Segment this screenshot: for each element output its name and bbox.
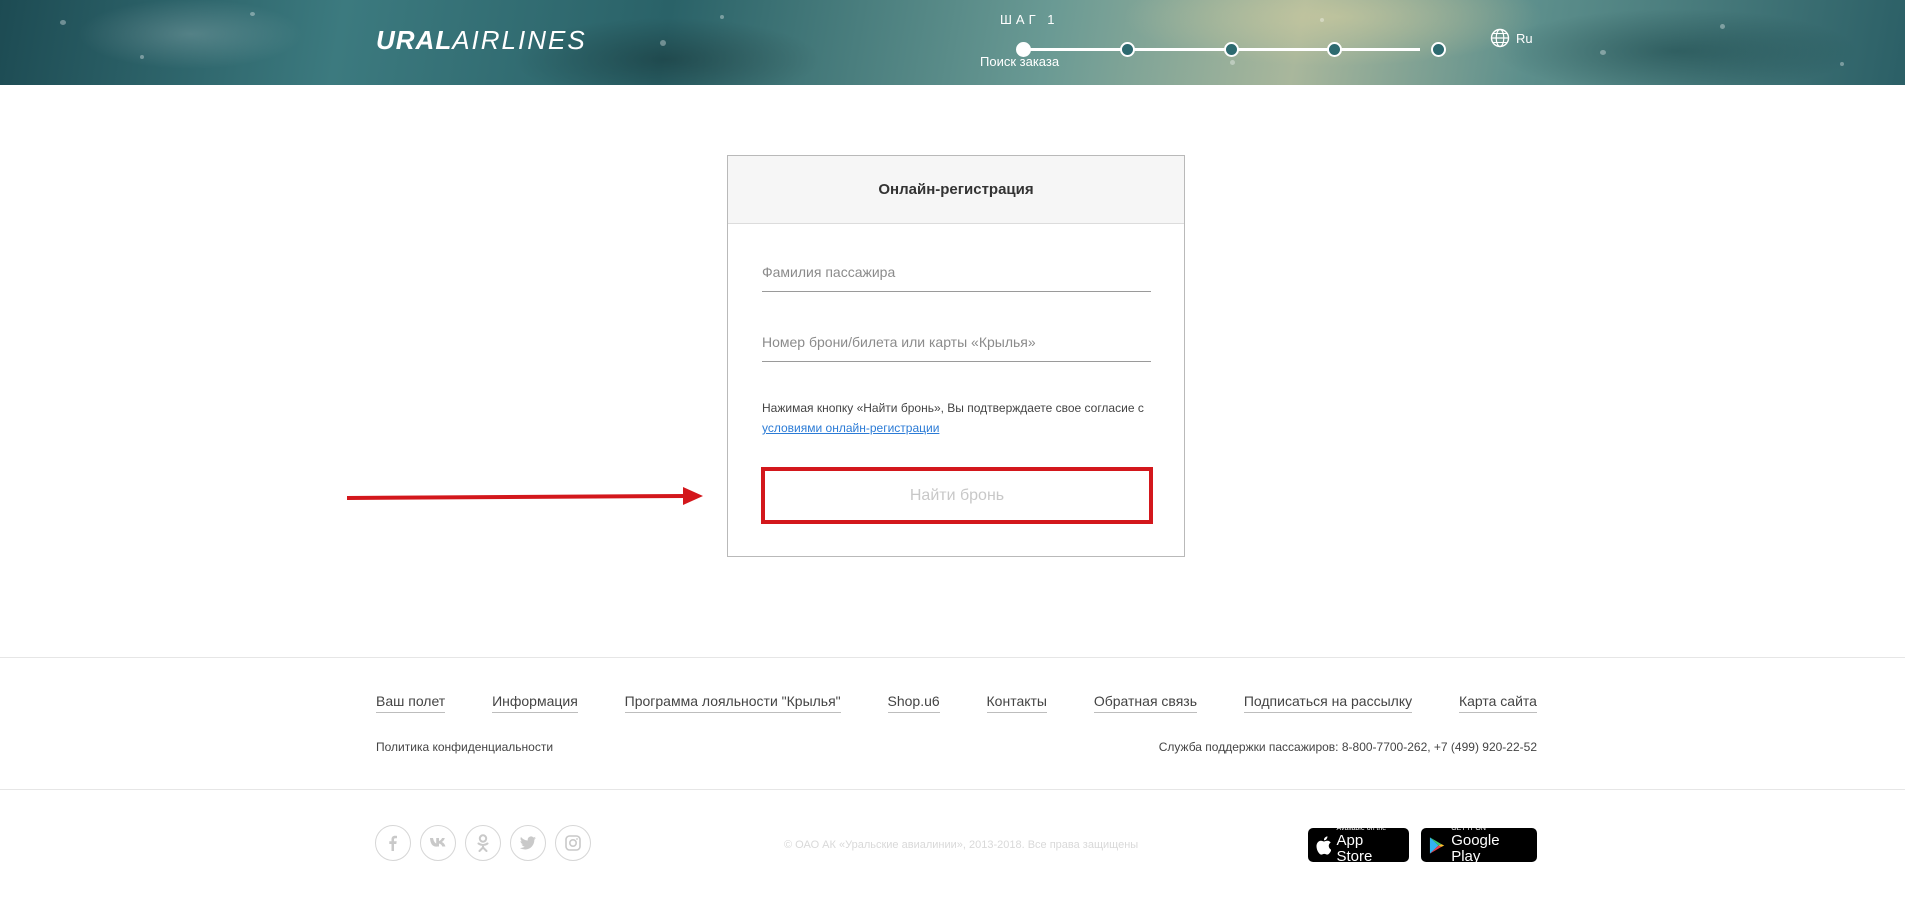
find-booking-button[interactable]: Найти бронь xyxy=(761,467,1153,524)
apple-icon xyxy=(1316,835,1332,855)
app-store-badge[interactable]: Available on the App Store xyxy=(1308,825,1409,865)
footer-link-shop[interactable]: Shop.u6 xyxy=(887,693,940,713)
consent-notice: Нажимая кнопку «Найти бронь», Вы подтвер… xyxy=(762,398,1162,438)
facebook-icon[interactable] xyxy=(375,825,411,861)
copyright-text: © ОАО АК «Уральские авиалинии», 2013-201… xyxy=(784,839,1139,851)
booking-number-field[interactable] xyxy=(762,322,1151,362)
logo-text-ural: URAL xyxy=(376,25,453,55)
globe-icon xyxy=(1490,28,1510,48)
step-dot-3 xyxy=(1224,42,1239,57)
step-dot-2 xyxy=(1120,42,1135,57)
footer-divider-top xyxy=(0,657,1905,658)
step-label: ШАГ 1 xyxy=(1000,12,1059,27)
footer-nav: Ваш полет Информация Программа лояльност… xyxy=(376,693,1537,713)
card-title: Онлайн-регистрация xyxy=(728,156,1184,224)
footer-link-information[interactable]: Информация xyxy=(492,693,578,713)
footer-link-subscribe[interactable]: Подписаться на рассылку xyxy=(1243,693,1413,713)
header-banner: URALAIRLINES ШАГ 1 Поиск заказа Ru xyxy=(0,0,1905,85)
progress-steps: ШАГ 1 Поиск заказа xyxy=(980,10,1450,70)
twitter-icon[interactable] xyxy=(510,825,546,861)
step-dot-5 xyxy=(1431,42,1446,57)
vk-icon[interactable] xyxy=(420,825,456,861)
support-phone-text: Служба поддержки пассажиров: 8-800-7700-… xyxy=(1158,740,1537,754)
google-play-badge[interactable]: GET IT ON Google Play xyxy=(1421,825,1537,865)
odnoklassniki-icon[interactable] xyxy=(465,825,501,861)
footer-link-contacts[interactable]: Контакты xyxy=(986,693,1047,713)
social-links xyxy=(375,825,591,861)
footer-link-your-flight[interactable]: Ваш полет xyxy=(376,693,446,713)
google-play-title: Google Play xyxy=(1451,832,1500,865)
instagram-icon[interactable] xyxy=(555,825,591,861)
step-caption: Поиск заказа xyxy=(980,54,1060,69)
footer-link-feedback[interactable]: Обратная связь xyxy=(1093,693,1197,713)
language-switcher[interactable]: Ru xyxy=(1490,28,1533,48)
surname-field[interactable] xyxy=(762,252,1151,292)
booking-number-input[interactable] xyxy=(762,322,1151,361)
footer-link-sitemap[interactable]: Карта сайта xyxy=(1458,693,1537,713)
surname-input[interactable] xyxy=(762,252,1151,291)
consent-text: Нажимая кнопку «Найти бронь», Вы подтвер… xyxy=(762,401,1144,415)
footer-divider-bottom xyxy=(0,789,1905,790)
language-label: Ru xyxy=(1516,30,1533,46)
app-store-title: App Store xyxy=(1336,832,1373,865)
online-checkin-card: Онлайн-регистрация Нажимая кнопку «Найти… xyxy=(727,155,1185,557)
logo-text-airlines: AIRLINES xyxy=(452,25,587,55)
google-play-icon xyxy=(1429,836,1445,854)
step-dot-4 xyxy=(1327,42,1342,57)
footer-link-loyalty-program[interactable]: Программа лояльности "Крылья" xyxy=(624,693,841,713)
step-progress-line xyxy=(1024,48,1420,51)
privacy-policy-link[interactable]: Политика конфиденциальности xyxy=(376,740,553,754)
ural-airlines-logo[interactable]: URALAIRLINES xyxy=(376,25,587,55)
red-arrow-annotation xyxy=(346,487,703,505)
checkin-terms-link[interactable]: условиями онлайн-регистрации xyxy=(762,421,939,435)
